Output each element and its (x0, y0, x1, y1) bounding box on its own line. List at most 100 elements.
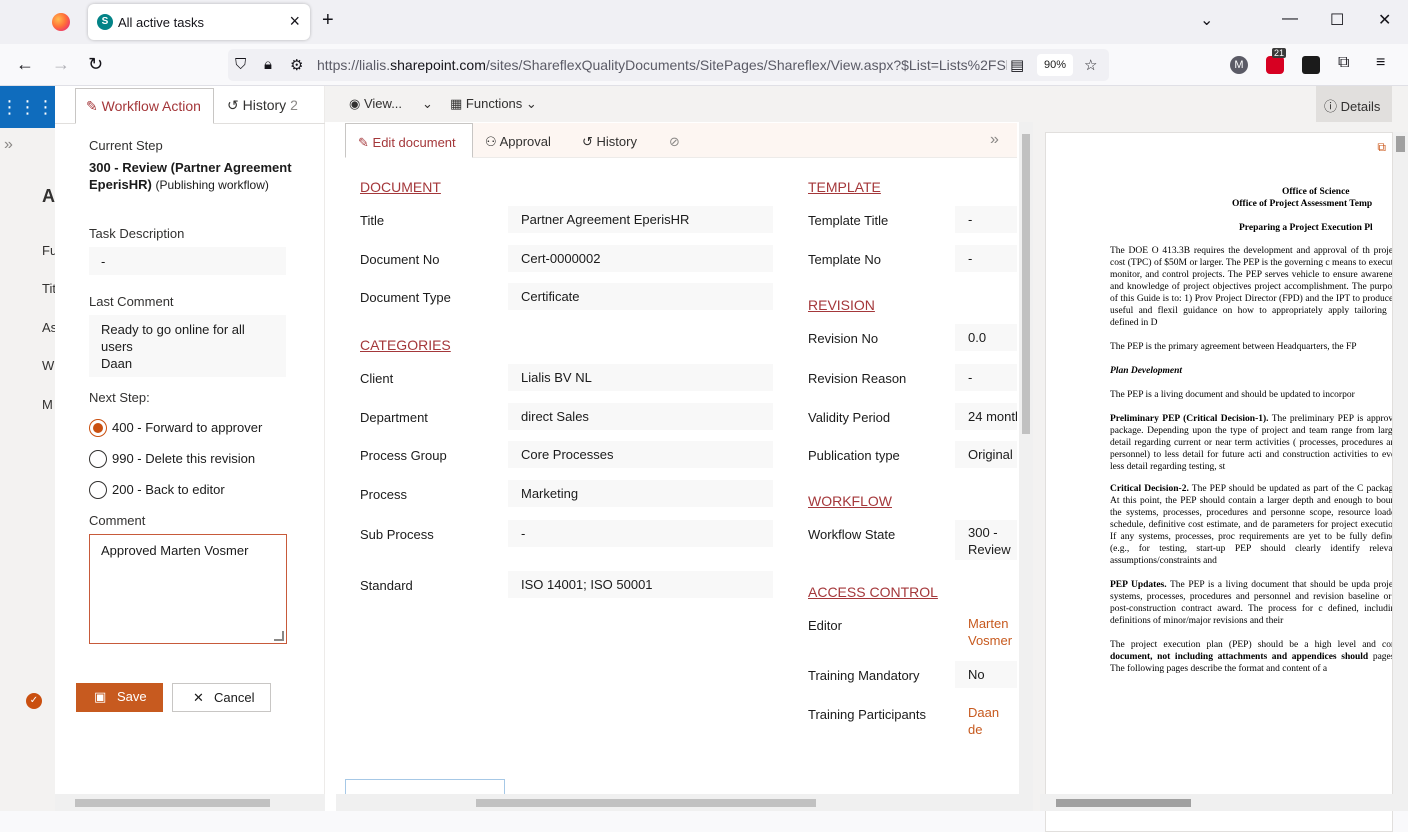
field-client[interactable]: Lialis BV NL (508, 364, 773, 391)
current-step-value: 300 - Review (Partner Agreement EperisHR… (89, 160, 292, 192)
url-text[interactable]: https://lialis.sharepoint.com/sites/Shar… (317, 57, 1007, 73)
tab-edit-document[interactable]: ✎ Edit document (345, 123, 473, 158)
scrollbar-thumb[interactable] (1396, 136, 1405, 152)
resize-grip-icon[interactable] (274, 631, 284, 641)
field-document-type[interactable]: Certificate (508, 283, 773, 310)
open-external-icon[interactable]: ⧉ (1377, 141, 1386, 153)
field-department[interactable]: direct Sales (508, 403, 773, 430)
radio-unselected[interactable] (89, 481, 107, 499)
ublock-icon[interactable] (1266, 56, 1284, 74)
firefox-logo-icon[interactable] (52, 13, 70, 31)
functions-button[interactable]: ▦ Functions ⌄ (450, 96, 537, 112)
field-template-no[interactable]: - (955, 245, 1017, 272)
cancel-button[interactable]: ✕ Cancel (172, 683, 271, 712)
section-workflow: WORKFLOW (808, 493, 892, 509)
field-document-no[interactable]: Cert-0000002 (508, 245, 773, 272)
tab-workflow-action[interactable]: ✎ Workflow Action (75, 88, 214, 124)
reader-view-icon[interactable]: ▤ (1010, 56, 1024, 74)
doc-org1: Office of Science (1282, 187, 1350, 197)
expand-icon[interactable]: » (4, 136, 13, 154)
comment-textarea[interactable]: Approved Marten Vosmer (89, 534, 287, 644)
browser-tab[interactable]: S All active tasks × (88, 4, 310, 40)
field-validity-period[interactable]: 24 montl (955, 403, 1017, 430)
scrollbar-thumb[interactable] (476, 799, 816, 807)
field-revision-no[interactable]: 0.0 (955, 324, 1017, 351)
comment-label: Comment (89, 513, 146, 528)
field-training-participants[interactable]: Daan de Keizer (955, 700, 1017, 740)
panel-hscrollbar[interactable] (55, 794, 325, 811)
shield-icon[interactable]: ⛉ (235, 56, 246, 73)
field-training-mandatory[interactable]: No (955, 661, 1017, 688)
view-button[interactable]: ◉ View... (349, 96, 402, 112)
doc-title: Preparing a Project Execution Pl (1239, 223, 1373, 233)
eye-icon: ◉ (349, 96, 361, 111)
preview-scrollbar[interactable] (1393, 132, 1408, 811)
rail-item: M (42, 397, 53, 412)
account-m-icon[interactable]: M (1230, 56, 1248, 74)
workflow-icon: ✎ (86, 98, 98, 114)
radio-unselected[interactable] (89, 450, 107, 468)
preview-hscrollbar[interactable] (1040, 794, 1408, 811)
field-label: Publication type (808, 448, 900, 463)
reload-icon[interactable]: ↻ (88, 54, 103, 75)
view-chevron-icon[interactable]: ⌄ (422, 96, 433, 112)
extensions-puzzle-icon[interactable]: ⧉ (1338, 54, 1349, 72)
field-editor[interactable]: Marten Vosmer (955, 611, 1017, 651)
field-process-group[interactable]: Core Processes (508, 441, 773, 468)
field-title[interactable]: Partner Agreement EperisHR (508, 206, 773, 233)
tab-history[interactable]: ↺ History (582, 123, 637, 158)
workflow-panel: ✎ Workflow Action ↺ History 2 Current St… (55, 86, 325, 811)
preview-page: ⧉ Office of Science Office of Project As… (1045, 132, 1393, 832)
radio-selected[interactable] (89, 419, 107, 437)
menu-icon[interactable]: ≡ (1376, 54, 1385, 72)
url-bar[interactable]: ⛉ 🔒︎ ⚙ https://lialis.sharepoint.com/sit… (228, 49, 1109, 81)
more-tabs-icon[interactable]: » (990, 123, 999, 158)
field-label: Title (360, 213, 385, 228)
minimize-icon[interactable]: — (1282, 10, 1298, 28)
tab-approval[interactable]: ⚇ Approval (485, 123, 551, 158)
task-description-value: - (89, 247, 286, 275)
list-tabs-icon[interactable]: ⌄ (1200, 10, 1213, 30)
forward-icon[interactable]: → (52, 54, 70, 75)
field-workflow-state[interactable]: 300 - Review (955, 520, 1017, 560)
permissions-icon[interactable]: ⚙ (290, 56, 303, 74)
field-label: Revision Reason (808, 371, 907, 386)
app-launcher-icon[interactable]: ⋮⋮⋮ (0, 86, 55, 128)
close-icon: ✕ (193, 690, 204, 705)
current-step-label: Current Step (89, 138, 163, 153)
doc-paragraph: The DOE O 413.3B requires the developmen… (1110, 246, 1393, 328)
form-hscrollbar[interactable] (336, 794, 1033, 811)
close-window-icon[interactable]: ✕ (1378, 10, 1391, 30)
zoom-level[interactable]: 90% (1037, 54, 1073, 76)
doc-paragraph: PEP Updates. The PEP is a living documen… (1110, 580, 1393, 626)
field-publication-type[interactable]: Original (955, 441, 1017, 468)
details-button[interactable]: ⓘ Details (1316, 86, 1392, 122)
save-button[interactable]: ▣ Save (76, 683, 163, 712)
field-label: Document No (360, 252, 440, 267)
scrollbar-thumb[interactable] (1022, 134, 1030, 434)
close-tab-icon[interactable]: × (289, 11, 300, 32)
field-process[interactable]: Marketing (508, 480, 773, 507)
section-template: TEMPLATE (808, 179, 881, 195)
field-standard[interactable]: ISO 14001; ISO 50001 (508, 571, 773, 598)
rail-item: Tit (42, 281, 56, 296)
field-revision-reason[interactable]: - (955, 364, 1017, 391)
hidden-fields-icon[interactable]: ⊘ (669, 123, 680, 158)
field-template-title[interactable]: - (955, 206, 1017, 233)
field-sub-process[interactable]: - (508, 520, 773, 547)
section-access-control: ACCESS CONTROL (808, 584, 938, 600)
lock-icon[interactable]: 🔒︎ (264, 56, 272, 73)
checkmark-icon[interactable]: ✓ (26, 693, 42, 709)
scrollbar-thumb[interactable] (1056, 799, 1191, 807)
tab-title: All active tasks (118, 15, 204, 30)
form-scrollbar[interactable] (1019, 122, 1033, 811)
bookmark-star-icon[interactable]: ☆ (1084, 56, 1097, 74)
history-icon: ↺ (227, 97, 239, 113)
maximize-icon[interactable]: ☐ (1330, 10, 1344, 30)
new-tab-icon[interactable]: + (322, 9, 334, 32)
scrollbar-thumb[interactable] (75, 799, 270, 807)
extension-icon[interactable] (1302, 56, 1320, 74)
tab-history[interactable]: ↺ History 2 (217, 88, 308, 124)
field-label: Template Title (808, 213, 889, 228)
back-icon[interactable]: ← (16, 54, 34, 75)
